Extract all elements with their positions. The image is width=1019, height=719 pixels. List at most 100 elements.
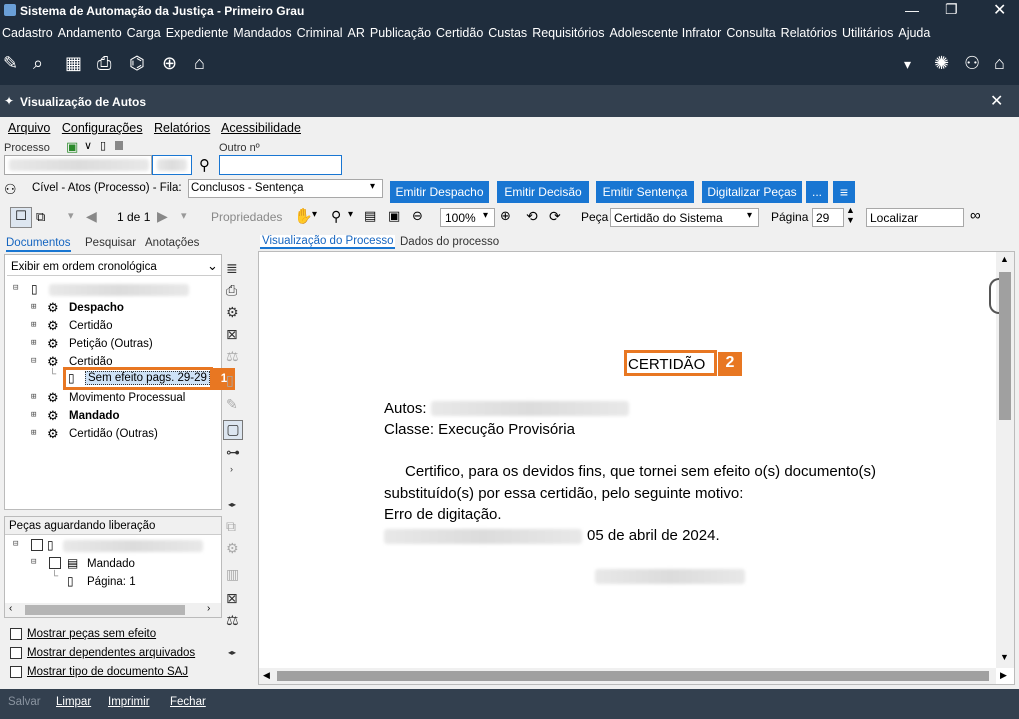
imprimir-button[interactable]: Imprimir bbox=[108, 696, 150, 708]
pagina-input[interactable]: 29 bbox=[812, 208, 844, 227]
propriedades-button[interactable]: Propriedades bbox=[211, 210, 282, 224]
mostrar-dependentes-option[interactable]: Mostrar dependentes arquivados bbox=[10, 647, 195, 659]
fechar-button[interactable]: Fechar bbox=[170, 696, 206, 708]
scroll-thumb[interactable] bbox=[25, 605, 185, 615]
zoom-icon[interactable]: ⚲ bbox=[331, 208, 341, 225]
expand-icon[interactable]: ⊞ bbox=[31, 320, 36, 330]
menu-adolescente[interactable]: Adolescente Infrator bbox=[607, 23, 724, 40]
salvar-button[interactable]: Salvar bbox=[8, 696, 41, 708]
viewer-hscrollbar[interactable]: ◀ bbox=[259, 668, 996, 684]
menu-acessibilidade[interactable]: Acessibilidade bbox=[221, 121, 301, 135]
remove-doc-icon[interactable]: ⊠ bbox=[226, 590, 238, 607]
restore-icon[interactable]: ❐ bbox=[945, 1, 958, 18]
tab-pesquisar[interactable]: Pesquisar bbox=[85, 237, 136, 249]
expand-icon[interactable]: ⊞ bbox=[31, 302, 36, 312]
menu-cadastro[interactable]: Cadastro bbox=[0, 23, 56, 40]
info-icon[interactable]: ▯ bbox=[100, 139, 106, 152]
emitir-decisao-button[interactable]: Emitir Decisão bbox=[497, 181, 589, 203]
tree-item-sem-efeito[interactable]: Sem efeito pags. 29-29 bbox=[85, 371, 210, 385]
menu-mandados[interactable]: Mandados bbox=[231, 23, 294, 40]
mostrar-sem-efeito-option[interactable]: Mostrar peças sem efeito bbox=[10, 628, 156, 640]
pending-checkbox[interactable] bbox=[31, 539, 43, 551]
tree-item-despacho[interactable]: Despacho bbox=[69, 302, 124, 314]
scroll-left-icon[interactable]: ◀ bbox=[263, 670, 270, 681]
judge-icon[interactable]: ⚖ bbox=[226, 612, 239, 629]
menu-certidao[interactable]: Certidão bbox=[434, 23, 486, 40]
more-button[interactable]: ... bbox=[806, 181, 828, 203]
chevron-down-icon[interactable]: ∨ bbox=[84, 139, 92, 152]
menu-expediente[interactable]: Expediente bbox=[164, 23, 232, 40]
rotate-left-icon[interactable]: ⟲ bbox=[526, 208, 538, 225]
tab-visualizacao[interactable]: Visualização do Processo bbox=[260, 235, 396, 249]
chevron-right-icon[interactable]: › bbox=[230, 464, 233, 474]
pending-pagina[interactable]: Página: 1 bbox=[87, 576, 136, 588]
menu-ar[interactable]: AR bbox=[346, 23, 368, 40]
collapse-icon[interactable]: ⊟ bbox=[31, 356, 36, 366]
scroll-right-icon[interactable]: ▶ bbox=[1000, 670, 1007, 681]
minimize-icon[interactable]: — bbox=[905, 2, 919, 18]
menu-custas[interactable]: Custas bbox=[486, 23, 530, 40]
scroll-up-icon[interactable]: ▲ bbox=[1000, 254, 1009, 264]
edit-doc-icon[interactable]: ✎ bbox=[226, 396, 238, 413]
add-document-icon[interactable]: ⊕ bbox=[162, 53, 177, 74]
print-icon[interactable]: ⎙ bbox=[226, 282, 237, 299]
mostrar-sem-efeito-checkbox[interactable] bbox=[10, 628, 22, 640]
menu-requisitorios[interactable]: Requisitórios bbox=[530, 23, 607, 40]
scroll-left-icon[interactable]: ‹ bbox=[9, 603, 12, 614]
tree-item-mandado[interactable]: Mandado bbox=[69, 410, 119, 422]
judge-icon[interactable]: ⚖ bbox=[226, 348, 239, 365]
trash-icon[interactable]: ▥ bbox=[226, 566, 239, 583]
doc-add-icon[interactable]: ▣ bbox=[66, 139, 78, 155]
menu-publicacao[interactable]: Publicação bbox=[368, 23, 434, 40]
expand-icon[interactable]: ⊞ bbox=[31, 410, 36, 420]
expand-icon[interactable]: ⊞ bbox=[31, 428, 36, 438]
network-icon[interactable]: ⌬ bbox=[129, 53, 145, 74]
fila-select[interactable]: Conclusos - Sentença ▾ bbox=[188, 179, 383, 198]
processo-foro-input[interactable] bbox=[152, 155, 192, 175]
subwindow-close-icon[interactable]: ✕ bbox=[990, 91, 1003, 111]
chevron-down-icon[interactable]: ▾ bbox=[348, 209, 353, 220]
localizar-input[interactable]: Localizar bbox=[866, 208, 964, 227]
hand-tool-icon[interactable]: ✋ bbox=[294, 207, 313, 225]
mostrar-dependentes-checkbox[interactable] bbox=[10, 647, 22, 659]
home-icon[interactable]: ⌂ bbox=[994, 53, 1005, 74]
certificate-icon[interactable]: ⚙ bbox=[226, 304, 239, 321]
viewer-vscrollbar[interactable]: ▲ ▼ bbox=[996, 252, 1014, 668]
tree-item-movimento[interactable]: Movimento Processual bbox=[69, 392, 185, 404]
mostrar-tipo-option[interactable]: Mostrar tipo de documento SAJ bbox=[10, 666, 188, 678]
peca-select[interactable]: Certidão do Sistema ▾ bbox=[610, 208, 759, 227]
zoom-out-icon[interactable]: ⊖ bbox=[412, 208, 423, 224]
search-icon[interactable]: ⚲ bbox=[199, 156, 210, 174]
limpar-button[interactable]: Limpar bbox=[56, 696, 91, 708]
tree-view-icon[interactable]: ⊶ bbox=[226, 444, 240, 461]
tab-dados-processo[interactable]: Dados do processo bbox=[400, 236, 499, 248]
previous-page-icon[interactable]: ◀ bbox=[86, 208, 97, 225]
copy-tool-icon[interactable]: ⧉ bbox=[36, 209, 45, 225]
menu-criminal[interactable]: Criminal bbox=[295, 23, 346, 40]
menu-relatorios[interactable]: Relatórios bbox=[779, 23, 840, 40]
expand-icon[interactable]: ⊞ bbox=[31, 392, 36, 402]
hscroll-thumb[interactable] bbox=[277, 671, 989, 681]
rotate-right-icon[interactable]: ⟳ bbox=[549, 208, 561, 225]
scroll-down-icon[interactable]: ▼ bbox=[1000, 652, 1009, 662]
dropdown-icon[interactable]: ▾ bbox=[904, 56, 911, 73]
tab-documentos[interactable]: Documentos bbox=[6, 237, 71, 252]
certificate-icon[interactable]: ⚙ bbox=[226, 540, 239, 557]
mostrar-tipo-checkbox[interactable] bbox=[10, 666, 22, 678]
tree-item-certidao[interactable]: Certidão bbox=[69, 320, 112, 332]
tree-item-certidao-outras[interactable]: Certidão (Outras) bbox=[69, 428, 158, 440]
fit-width-icon[interactable]: ▤ bbox=[364, 208, 376, 224]
zoom-in-icon[interactable]: ⊕ bbox=[500, 208, 511, 224]
search-doc-icon[interactable]: ⌕ bbox=[33, 53, 43, 74]
menu-consulta[interactable]: Consulta bbox=[724, 23, 778, 40]
expand-icon[interactable]: ⊞ bbox=[31, 338, 36, 348]
menu-andamento[interactable]: Andamento bbox=[56, 23, 125, 40]
calendar-icon[interactable]: ▦ bbox=[65, 53, 82, 74]
users-icon[interactable]: ⚇ bbox=[964, 53, 980, 74]
edit-icon[interactable]: ✎ bbox=[3, 53, 18, 74]
tab-anotacoes[interactable]: Anotações bbox=[145, 237, 199, 249]
outro-numero-input[interactable] bbox=[219, 155, 342, 175]
collapse-button[interactable]: ≡ bbox=[833, 181, 855, 203]
pending-mandado-checkbox[interactable] bbox=[49, 557, 61, 569]
close-icon[interactable]: ✕ bbox=[993, 0, 1006, 20]
